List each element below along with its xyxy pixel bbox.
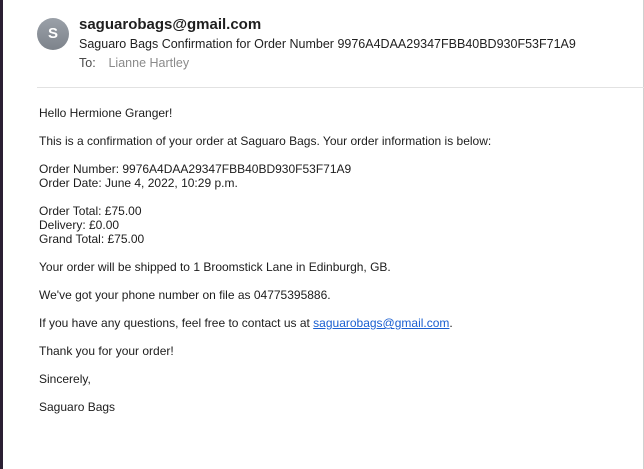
order-number: Order Number: 9976A4DAA29347FBB40BD930F5… — [39, 162, 352, 176]
message-header: S saguarobags@gmail.com Saguaro Bags Con… — [37, 14, 637, 76]
questions-prefix: If you have any questions, feel free to … — [39, 316, 314, 330]
sender-address[interactable]: saguarobags@gmail.com — [79, 16, 261, 33]
order-total: Order Total: £75.00 — [39, 204, 142, 218]
order-date: Order Date: June 4, 2022, 10:29 p.m. — [39, 176, 238, 190]
intro-text: This is a confirmation of your order at … — [39, 134, 492, 148]
grand-total: Grand Total: £75.00 — [39, 232, 145, 246]
shipping-info: Your order will be shipped to 1 Broomsti… — [39, 260, 391, 274]
questions-suffix: . — [449, 316, 453, 330]
delivery-cost: Delivery: £0.00 — [39, 218, 120, 232]
message-subject: Saguaro Bags Confirmation for Order Numb… — [79, 37, 576, 51]
mail-window: S saguarobags@gmail.com Saguaro Bags Con… — [0, 0, 644, 469]
message-body: Hello Hermione Granger! This is a confir… — [39, 106, 629, 414]
recipient-row: To: Lianne Hartley — [79, 56, 189, 70]
sidebar-edge — [0, 0, 3, 469]
thanks-text: Thank you for your order! — [39, 344, 174, 358]
header-divider — [37, 87, 644, 88]
signoff-text: Sincerely, — [39, 372, 91, 386]
contact-email-link[interactable]: saguarobags@gmail.com — [313, 316, 449, 330]
to-label: To: — [79, 56, 96, 70]
questions-line: If you have any questions, feel free to … — [39, 316, 629, 330]
sender-avatar[interactable]: S — [37, 18, 69, 50]
recipient-name[interactable]: Lianne Hartley — [108, 56, 189, 70]
greeting: Hello Hermione Granger! — [39, 106, 173, 120]
signature-text: Saguaro Bags — [39, 400, 116, 414]
phone-info: We've got your phone number on file as 0… — [39, 288, 331, 302]
